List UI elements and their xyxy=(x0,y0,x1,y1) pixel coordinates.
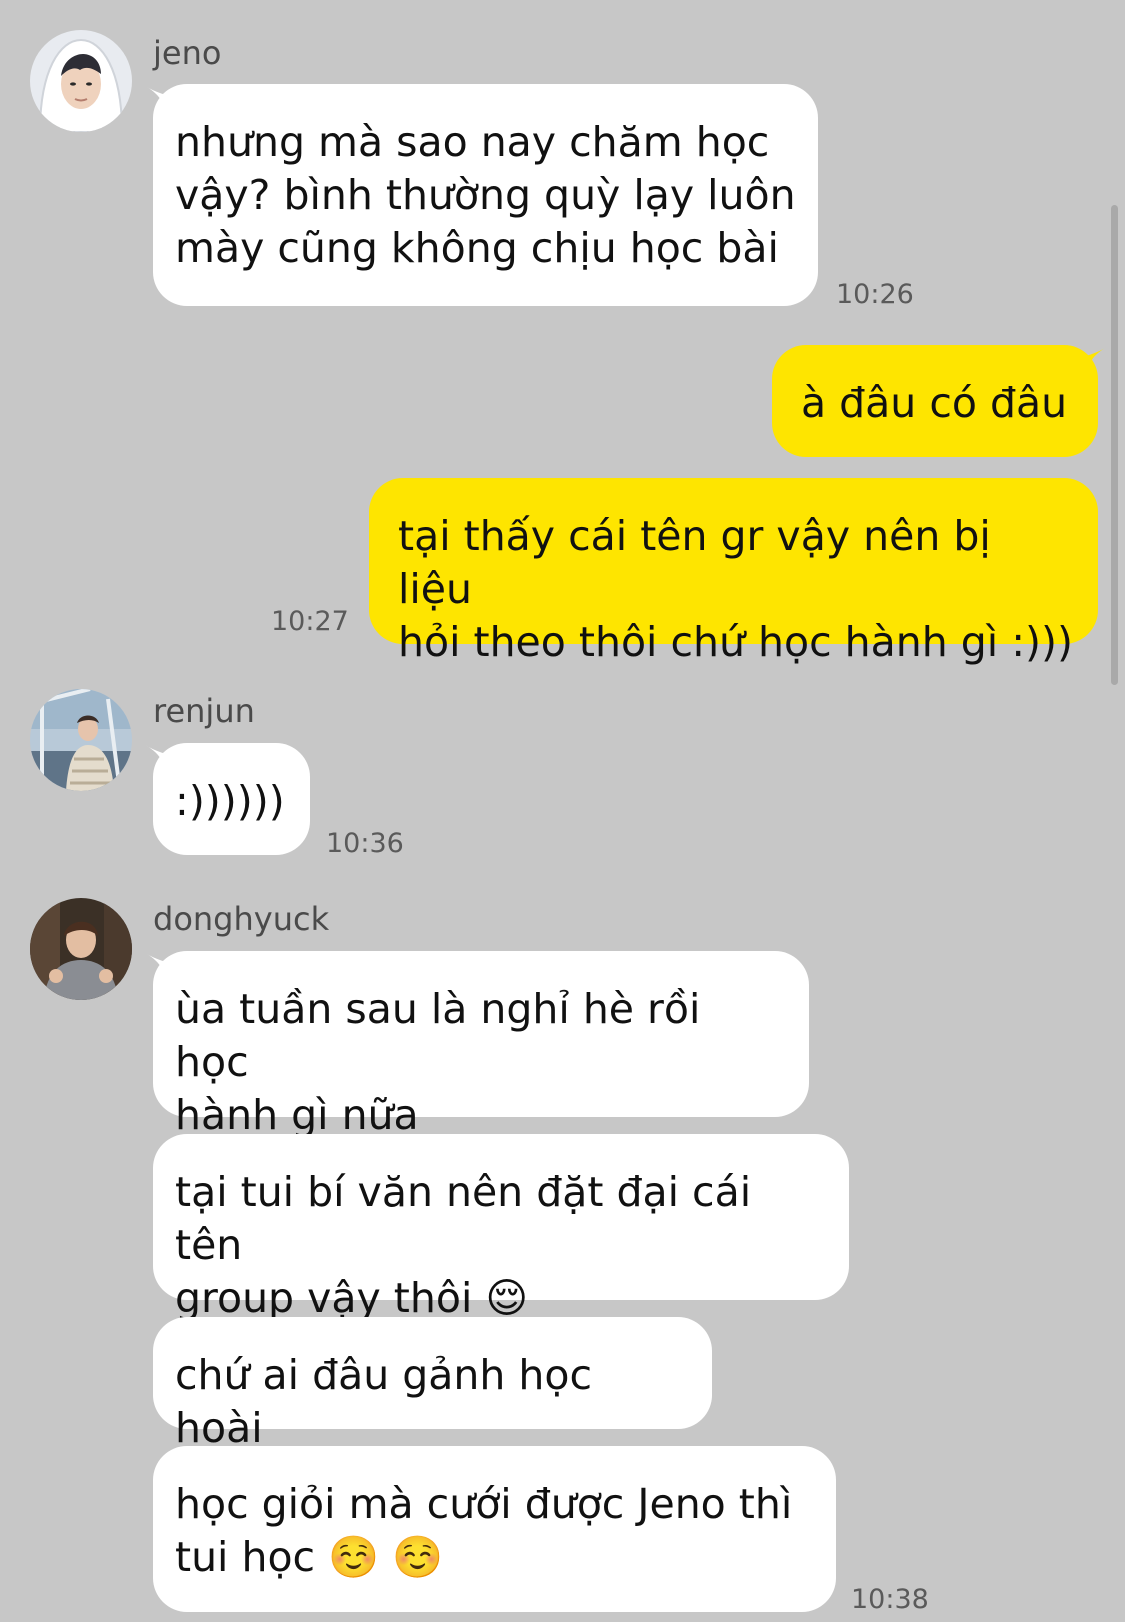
message-bubble-donghyuck[interactable]: tại tui bí văn nên đặt đại cái tên group… xyxy=(153,1134,849,1322)
message-bubble-donghyuck[interactable]: học giỏi mà cưới được Jeno thì tui học ☺… xyxy=(153,1446,836,1612)
avatar-jeno[interactable] xyxy=(30,30,132,132)
profile-photo-icon xyxy=(30,689,132,791)
message-bubble-jeno[interactable]: nhưng mà sao nay chăm học vậy? bình thườ… xyxy=(153,84,818,306)
message-timestamp: 10:36 xyxy=(326,828,404,859)
message-timestamp: 10:38 xyxy=(851,1584,929,1615)
message-bubble-renjun[interactable]: :)))))) xyxy=(153,743,310,855)
avatar-renjun[interactable] xyxy=(30,689,132,791)
scrollbar[interactable] xyxy=(1111,205,1118,685)
sender-name-renjun: renjun xyxy=(153,692,255,730)
message-timestamp: 10:26 xyxy=(836,279,914,310)
message-bubble-donghyuck[interactable]: ùa tuần sau là nghỉ hè rồi học hành gì n… xyxy=(153,951,809,1139)
profile-photo-icon xyxy=(30,30,132,132)
message-bubble-donghyuck[interactable]: chứ ai đâu gảnh học hoài xyxy=(153,1317,712,1452)
profile-photo-icon xyxy=(30,898,132,1000)
message-bubble-me[interactable]: tại thấy cái tên gr vậy nên bị liệu hỏi … xyxy=(369,478,1098,666)
sender-name-donghyuck: donghyuck xyxy=(153,900,330,938)
sender-name-jeno: jeno xyxy=(153,34,222,72)
message-timestamp: 10:27 xyxy=(271,606,349,637)
message-bubble-me[interactable]: à đâu có đâu xyxy=(772,345,1098,457)
avatar-donghyuck[interactable] xyxy=(30,898,132,1000)
